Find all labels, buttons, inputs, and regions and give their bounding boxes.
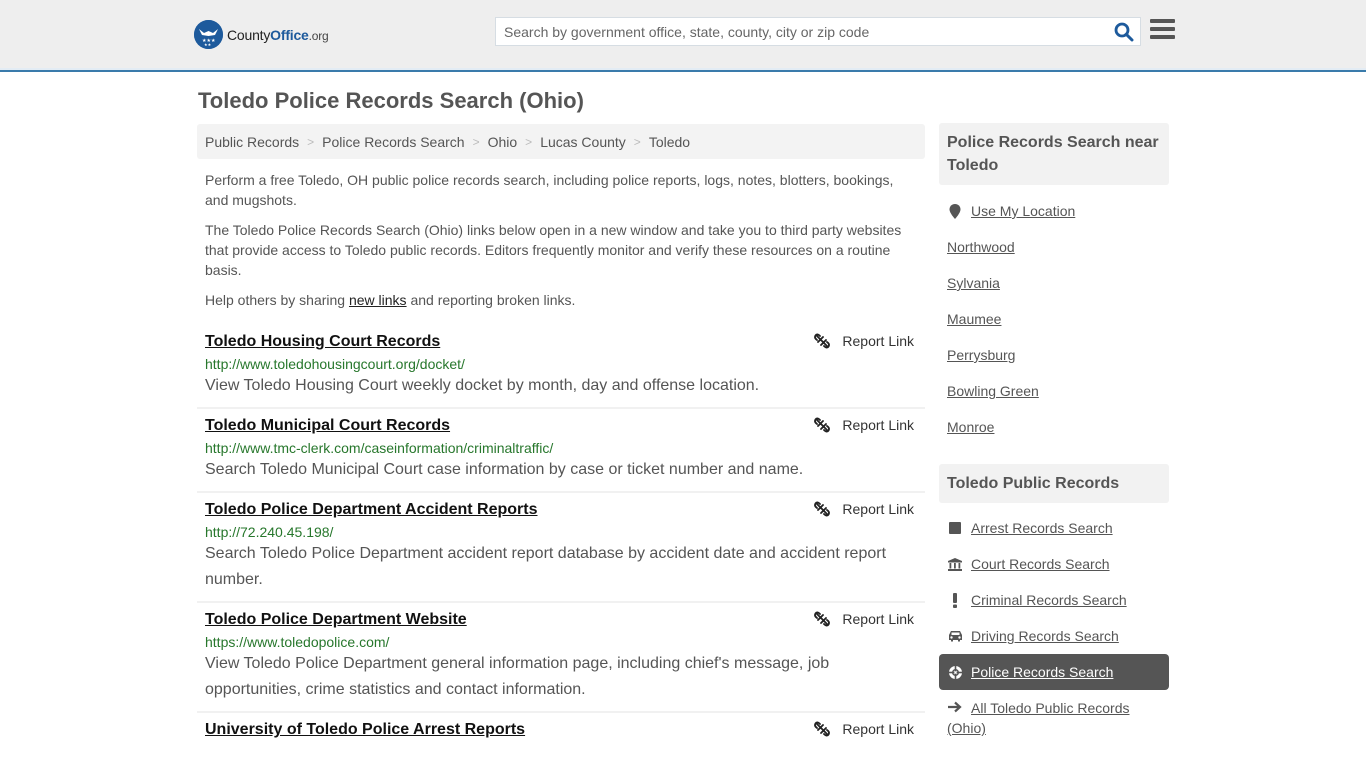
courthouse-icon bbox=[947, 557, 963, 571]
square-icon bbox=[947, 522, 963, 534]
city-link-perrysburg[interactable]: Perrysburg bbox=[947, 347, 1015, 363]
result-description: Search Toledo Police Department accident… bbox=[205, 545, 887, 588]
sidebar-item-court-records[interactable]: Court Records Search bbox=[947, 546, 1169, 582]
report-link-button[interactable]: Report Link bbox=[814, 611, 914, 627]
breadcrumb-ohio[interactable]: Ohio bbox=[488, 134, 518, 150]
use-my-location-item: Use My Location bbox=[947, 193, 1169, 229]
result-item: University of Toledo Police Arrest Repor… bbox=[197, 713, 925, 747]
magnifier-icon bbox=[1114, 22, 1134, 42]
nearby-city-item: Maumee bbox=[947, 301, 1169, 337]
arrow-right-icon bbox=[947, 701, 963, 713]
nearby-city-item: Monroe bbox=[947, 409, 1169, 445]
nearby-city-item: Bowling Green bbox=[947, 373, 1169, 409]
intro-text: Perform a free Toledo, OH public police … bbox=[205, 170, 917, 320]
broken-link-icon bbox=[814, 721, 831, 737]
result-title-link[interactable]: Toledo Police Department Accident Report… bbox=[205, 501, 538, 519]
result-title-link[interactable]: Toledo Municipal Court Records bbox=[205, 417, 450, 435]
nearby-list: Use My Location Northwood Sylvania Maume… bbox=[939, 193, 1169, 445]
city-link-northwood[interactable]: Northwood bbox=[947, 239, 1015, 255]
intro-paragraph-3: Help others by sharing new links and rep… bbox=[205, 292, 576, 308]
sidebar-item-all-public-records[interactable]: All Toledo Public Records (Ohio) bbox=[947, 690, 1169, 738]
report-link-button[interactable]: Report Link bbox=[814, 333, 914, 349]
result-url: https://www.toledopolice.com/ bbox=[205, 634, 390, 650]
result-title-link[interactable]: Toledo Housing Court Records bbox=[205, 333, 440, 351]
breadcrumb-separator: > bbox=[633, 134, 641, 149]
city-link-monroe[interactable]: Monroe bbox=[947, 419, 994, 435]
new-links-link[interactable]: new links bbox=[349, 292, 407, 308]
result-url: http://72.240.45.198/ bbox=[205, 524, 334, 540]
broken-link-icon bbox=[814, 501, 831, 517]
results-list: Toledo Housing Court Records http://www.… bbox=[197, 325, 925, 747]
report-link-button[interactable]: Report Link bbox=[814, 501, 914, 517]
search-box bbox=[495, 17, 1141, 46]
breadcrumb-toledo-current: Toledo bbox=[648, 133, 691, 150]
nearby-heading: Police Records Search near Toledo bbox=[939, 123, 1169, 185]
hamburger-menu-button[interactable] bbox=[1150, 19, 1175, 41]
breadcrumb: Public Records > Police Records Search >… bbox=[197, 124, 925, 159]
result-title-link[interactable]: Toledo Police Department Website bbox=[205, 611, 467, 629]
sidebar-item-arrest-records[interactable]: Arrest Records Search bbox=[947, 510, 1169, 546]
page-title: Toledo Police Records Search (Ohio) bbox=[198, 88, 584, 113]
intro-paragraph-1: Perform a free Toledo, OH public police … bbox=[205, 172, 894, 208]
result-item: Toledo Police Department Website https:/… bbox=[197, 603, 925, 713]
nearby-panel: Police Records Search near Toledo Use My… bbox=[939, 123, 1169, 445]
hamburger-icon bbox=[1150, 19, 1175, 23]
public-records-panel: Toledo Public Records Arrest Records Sea… bbox=[939, 464, 1169, 738]
svg-text:★★: ★★ bbox=[204, 42, 212, 47]
top-header: ★★★ ★★ CountyOffice.org bbox=[0, 0, 1366, 72]
logo-text: CountyOffice.org bbox=[227, 26, 329, 43]
result-item: Toledo Municipal Court Records http://ww… bbox=[197, 409, 925, 493]
nearby-city-item: Northwood bbox=[947, 229, 1169, 265]
city-link-sylvania[interactable]: Sylvania bbox=[947, 275, 1000, 291]
eagle-logo-icon: ★★★ ★★ bbox=[194, 20, 223, 49]
use-my-location-link[interactable]: Use My Location bbox=[971, 203, 1075, 219]
exclamation-icon bbox=[947, 592, 963, 608]
nearby-city-item: Perrysburg bbox=[947, 337, 1169, 373]
public-records-list: Arrest Records Search Court Records Sear… bbox=[939, 510, 1169, 738]
map-pin-icon bbox=[947, 203, 963, 219]
broken-link-icon bbox=[814, 611, 831, 627]
intro-paragraph-2: The Toledo Police Records Search (Ohio) … bbox=[205, 222, 902, 278]
breadcrumb-separator: > bbox=[307, 134, 315, 149]
sidebar-item-driving-records[interactable]: Driving Records Search bbox=[947, 618, 1169, 654]
result-description: View Toledo Police Department general in… bbox=[205, 655, 830, 698]
report-link-button[interactable]: Report Link bbox=[814, 721, 914, 737]
breadcrumb-separator: > bbox=[525, 134, 533, 149]
broken-link-icon bbox=[814, 333, 831, 349]
public-records-heading: Toledo Public Records bbox=[939, 464, 1169, 503]
breadcrumb-separator: > bbox=[472, 134, 480, 149]
breadcrumb-public-records[interactable]: Public Records bbox=[205, 134, 299, 150]
breadcrumb-lucas-county[interactable]: Lucas County bbox=[540, 134, 626, 150]
search-input[interactable] bbox=[496, 18, 1106, 45]
city-link-maumee[interactable]: Maumee bbox=[947, 311, 1001, 327]
result-url: http://www.tmc-clerk.com/caseinformation… bbox=[205, 440, 554, 456]
result-item: Toledo Police Department Accident Report… bbox=[197, 493, 925, 603]
broken-link-icon bbox=[814, 417, 831, 433]
result-description: Search Toledo Municipal Court case infor… bbox=[205, 461, 804, 478]
nearby-city-item: Sylvania bbox=[947, 265, 1169, 301]
result-item: Toledo Housing Court Records http://www.… bbox=[197, 325, 925, 409]
sidebar-item-criminal-records[interactable]: Criminal Records Search bbox=[947, 582, 1169, 618]
breadcrumb-police-records-search[interactable]: Police Records Search bbox=[322, 134, 464, 150]
result-url: http://www.toledohousingcourt.org/docket… bbox=[205, 356, 465, 372]
report-link-button[interactable]: Report Link bbox=[814, 417, 914, 433]
car-icon bbox=[947, 630, 963, 642]
search-button[interactable] bbox=[1114, 22, 1134, 42]
sidebar-item-police-records-active[interactable]: Police Records Search bbox=[939, 654, 1169, 690]
city-link-bowling-green[interactable]: Bowling Green bbox=[947, 383, 1039, 399]
result-title-link[interactable]: University of Toledo Police Arrest Repor… bbox=[205, 721, 525, 739]
site-logo[interactable]: ★★★ ★★ CountyOffice.org bbox=[194, 20, 329, 49]
crosshair-icon bbox=[947, 664, 963, 680]
result-description: View Toledo Housing Court weekly docket … bbox=[205, 377, 760, 394]
